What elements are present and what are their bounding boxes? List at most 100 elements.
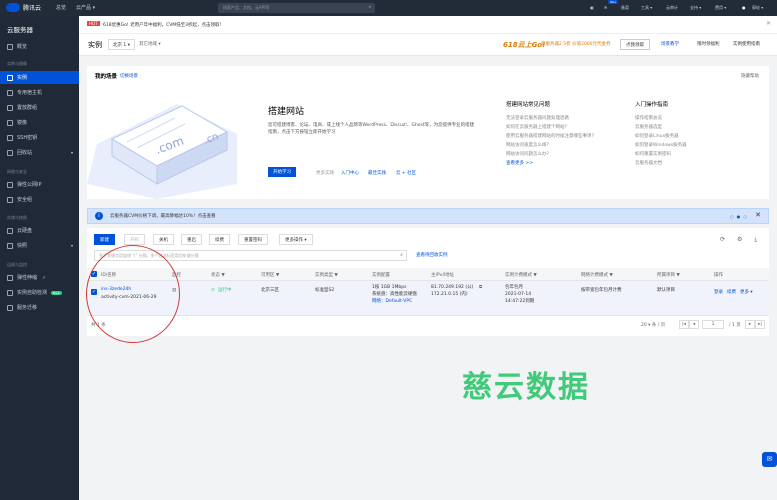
first-page-button[interactable]: |◂ bbox=[679, 320, 689, 329]
nav-tools[interactable]: 工具 ▾ bbox=[641, 5, 652, 11]
region-select[interactable]: 北京 1 ▾ bbox=[108, 39, 135, 50]
instance-id-link[interactable]: ins-3zede24h bbox=[101, 287, 131, 293]
guide-item[interactable]: 如何登录Windows服务器 bbox=[635, 141, 687, 150]
faq-item[interactable]: 网站访问速度怎么样? bbox=[506, 141, 594, 150]
col-status[interactable]: 状态 ▼ bbox=[211, 272, 225, 278]
table-tool-icons[interactable]: ⟳ ⚙ ⤓ bbox=[720, 236, 762, 244]
sidebar-item-overview[interactable]: 概览 bbox=[0, 40, 79, 53]
price-alert-bar: i 云服务器CVM价格下调，最高降幅达10%！点击查看 ○ ● ○ ✕ bbox=[87, 208, 769, 224]
login-link[interactable]: 登录 bbox=[714, 290, 723, 296]
promo-banner-title[interactable]: 618云上Go! bbox=[503, 40, 545, 50]
sidebar-item-image[interactable]: 镜像 bbox=[0, 116, 79, 129]
sidebar-item-dedicated-host[interactable]: 专用宿主机 bbox=[0, 86, 79, 99]
sidebar-item-instances[interactable]: 实例 bbox=[0, 71, 79, 84]
community-link[interactable]: 云 + 社区 bbox=[396, 170, 416, 176]
faq-more-link[interactable]: 查看更多 >> bbox=[506, 159, 594, 168]
shutdown-button[interactable]: 关机 bbox=[153, 234, 174, 245]
next-page-button[interactable]: ▸ bbox=[745, 320, 755, 329]
hot-badge: HOT bbox=[87, 21, 100, 26]
sidebar-item-migration[interactable]: 服务迁移 bbox=[0, 301, 79, 314]
per-page-select[interactable]: 20 ▾ 条 / 页 bbox=[641, 322, 665, 328]
nav-beian[interactable]: 备案 bbox=[621, 5, 629, 11]
best-practice-link[interactable]: 最佳实践 bbox=[368, 170, 386, 176]
guide-item[interactable]: 云服务器选型 bbox=[635, 123, 687, 132]
last-page-button[interactable]: ▸| bbox=[755, 320, 765, 329]
promo-notice-bar: HOT 618优惠Go! 老用户年中福利，CVM低至3折起，点击领取！ ✕ bbox=[79, 16, 777, 34]
row-checkbox[interactable]: ✓ bbox=[91, 289, 97, 295]
switch-scene-link[interactable]: 切换场景 bbox=[120, 73, 138, 79]
renew-button[interactable]: 续费 bbox=[209, 234, 230, 245]
instance-icon bbox=[7, 74, 13, 81]
sidebar-item-snapshot[interactable]: 快照 ▾ bbox=[0, 239, 79, 252]
config-disk: 系统盘：高性能云硬盘 bbox=[372, 292, 417, 297]
sidebar-item-eip[interactable]: 弹性公网IP bbox=[0, 178, 79, 191]
sidebar-item-cloud-disk[interactable]: 云硬盘 bbox=[0, 224, 79, 237]
page-number-input[interactable]: 1 bbox=[702, 320, 724, 329]
promo-notice-text[interactable]: 618优惠Go! 老用户年中福利，CVM低至3折起，点击领取！ bbox=[103, 22, 224, 28]
private-ip: 172.21.0.15 (内) bbox=[431, 292, 468, 297]
col-type[interactable]: 实例类型 ▼ bbox=[315, 272, 338, 278]
start-learning-button[interactable]: 开始学习 bbox=[268, 167, 296, 177]
nav-audit[interactable]: 云审计 bbox=[666, 5, 678, 11]
sidebar-item-ssh-key[interactable]: SSH密钥 bbox=[0, 131, 79, 144]
more-actions-button[interactable]: 更多操作 ▾ bbox=[279, 234, 313, 245]
scene-teaching-link[interactable]: 场景教学 bbox=[661, 41, 679, 47]
start-button[interactable]: 开机 bbox=[124, 234, 145, 245]
claim-button[interactable]: 点我领取 bbox=[620, 39, 650, 50]
hide-help-link[interactable]: 隐藏帮助 bbox=[741, 73, 759, 79]
col-zone[interactable]: 可用区 ▼ bbox=[261, 272, 279, 278]
monitor-chart-icon[interactable]: ▥ bbox=[172, 288, 176, 294]
faq-item[interactable]: 如何在云服务器上搭建个网站? bbox=[506, 123, 594, 132]
nav-overview[interactable]: 总览 bbox=[56, 4, 66, 11]
nav-products[interactable]: 云产品 ▾ bbox=[76, 4, 95, 11]
faq-item[interactable]: 网站访问问题怎么办? bbox=[506, 150, 594, 159]
avatar[interactable]: ● bbox=[742, 5, 746, 10]
nav-user[interactable]: 郭屹 ▾ bbox=[752, 5, 763, 11]
close-icon[interactable]: ✕ bbox=[766, 20, 771, 27]
col-net-billing[interactable]: 网络计费模式 ▼ bbox=[581, 272, 613, 278]
guide-item[interactable]: 如何登录Linux服务器 bbox=[635, 132, 687, 141]
copy-icon[interactable]: ⧉ bbox=[479, 285, 482, 291]
view-recycle-link[interactable]: 查看待回收实例 bbox=[416, 252, 448, 258]
restart-button[interactable]: 重启 bbox=[181, 234, 202, 245]
sidebar-item-placement-group[interactable]: 置放群组 bbox=[0, 101, 79, 114]
tencent-cloud-logo[interactable]: 腾讯云 bbox=[6, 3, 41, 12]
region-other-select[interactable]: 其它地域 ▾ bbox=[139, 41, 161, 47]
scene-heading: 搭建网站 bbox=[268, 107, 305, 117]
price-alert-text[interactable]: 云服务器CVM价格下调，最高降幅达10%！点击查看 bbox=[110, 213, 216, 219]
guide-item[interactable]: 操作指南总览 bbox=[635, 114, 687, 123]
faq-item[interactable]: 无法登录云服务器问题处理思路 bbox=[506, 114, 594, 123]
sidebar-item-security-group[interactable]: 安全组 bbox=[0, 193, 79, 206]
create-button[interactable]: 新建 bbox=[94, 234, 115, 245]
instance-search-input[interactable]: 多个关键字用竖线 "|" 分隔，多个过滤标签用回车键分隔 ⌕ bbox=[94, 250, 407, 261]
faq-item[interactable]: 使用云服务器搭建网站的时候注意哪些事项? bbox=[506, 132, 594, 141]
image-icon bbox=[7, 119, 13, 126]
global-search-input[interactable]: 搜索产品、文档、云API等 ⌕ bbox=[218, 3, 375, 13]
config-network-link[interactable]: 网络：Default-VPC bbox=[372, 299, 412, 305]
sidebar-item-autoscaling[interactable]: 弹性伸缩 ↗ bbox=[0, 271, 79, 284]
getting-started-link[interactable]: 入门中心 bbox=[341, 170, 359, 176]
guide-item[interactable]: 云服务器文档 bbox=[635, 159, 687, 168]
carousel-dots[interactable]: ○ ● ○ bbox=[730, 214, 748, 219]
more-ops-link[interactable]: 更多 ▾ bbox=[740, 290, 753, 296]
sidebar-item-recycle-bin[interactable]: 回收站 ▾ bbox=[0, 146, 79, 159]
select-all-checkbox[interactable]: ✓ bbox=[91, 271, 97, 277]
col-billing[interactable]: 实例计费模式 ▼ bbox=[505, 272, 537, 278]
guide-item[interactable]: 如何重置实例密码 bbox=[635, 150, 687, 159]
close-icon[interactable]: ✕ bbox=[755, 211, 761, 219]
search-icon[interactable]: ⌕ bbox=[400, 252, 403, 258]
prev-page-button[interactable]: ◂ bbox=[689, 320, 699, 329]
col-project[interactable]: 所属项目 ▼ bbox=[657, 272, 680, 278]
more-practice-label: 更多实践 bbox=[316, 171, 334, 176]
sidebar-item-self-check[interactable]: 实例自助检测 New bbox=[0, 286, 79, 299]
message-icon[interactable]: ✉ bbox=[604, 5, 607, 10]
shell-icon[interactable]: ▣ bbox=[590, 5, 594, 10]
nav-billing[interactable]: 费用 ▾ bbox=[715, 5, 726, 11]
nav-support[interactable]: 支持 ▾ bbox=[690, 5, 701, 11]
chat-support-icon[interactable]: ✉ bbox=[762, 452, 777, 467]
limited-welfare-link[interactable]: 限时领福利 bbox=[697, 41, 720, 47]
reset-password-button[interactable]: 重置密码 bbox=[238, 234, 268, 245]
page-header: 实例 北京 1 ▾ 其它地域 ▾ 618云上Go! 云服务器2.5折 价值200… bbox=[79, 34, 777, 56]
renew-link[interactable]: 续费 bbox=[727, 290, 736, 296]
instance-guide-link[interactable]: 实例使用指南 bbox=[733, 41, 760, 47]
